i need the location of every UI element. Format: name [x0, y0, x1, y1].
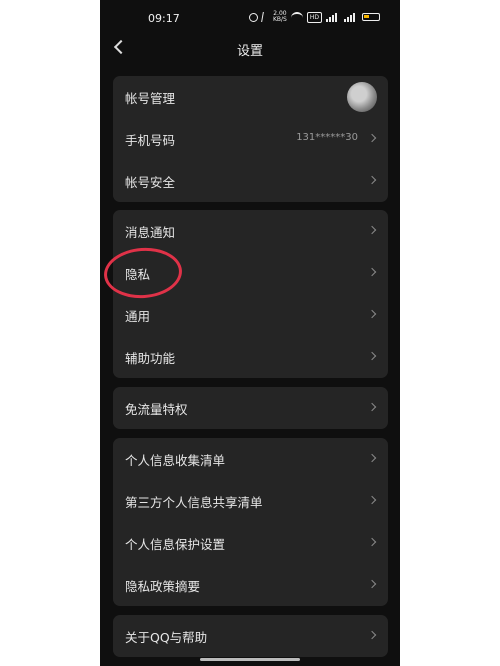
row-notifications[interactable]: 消息通知	[113, 210, 388, 252]
row-third-party-sharing-list[interactable]: 第三方个人信息共享清单	[113, 480, 388, 522]
row-label: 帐号安全	[125, 175, 176, 190]
row-free-data[interactable]: 免流量特权	[113, 387, 388, 429]
row-label: 隐私政策摘要	[125, 579, 201, 594]
chevron-right-icon	[367, 133, 377, 143]
battery-icon	[362, 13, 380, 21]
row-account-management[interactable]: 帐号管理	[113, 76, 388, 118]
chevron-right-icon	[367, 351, 377, 361]
row-account-security[interactable]: 帐号安全	[113, 160, 388, 202]
row-label: 关于QQ与帮助	[125, 630, 208, 645]
chevron-right-icon	[367, 630, 377, 640]
row-label: 个人信息收集清单	[125, 453, 226, 468]
chevron-right-icon	[367, 537, 377, 547]
row-label: 消息通知	[125, 225, 176, 240]
row-label: 个人信息保护设置	[125, 537, 226, 552]
home-indicator[interactable]	[200, 658, 300, 661]
alarm-icon	[248, 12, 258, 22]
chevron-right-icon	[367, 225, 377, 235]
hd-icon: HD	[306, 11, 322, 23]
settings-group-personal-info: 个人信息收集清单 第三方个人信息共享清单 个人信息保护设置 隐私政策摘要	[113, 438, 388, 606]
signal-icon	[344, 12, 358, 22]
chevron-right-icon	[367, 579, 377, 589]
chevron-right-icon	[367, 309, 377, 319]
row-info-collection-list[interactable]: 个人信息收集清单	[113, 438, 388, 480]
status-icons: 2.00 KB/S HD	[248, 10, 380, 23]
row-about-help[interactable]: 关于QQ与帮助	[113, 615, 388, 657]
settings-group-account: 帐号管理 手机号码 131******30 帐号安全	[113, 76, 388, 202]
row-accessibility[interactable]: 辅助功能	[113, 336, 388, 378]
row-info-protection-settings[interactable]: 个人信息保护设置	[113, 522, 388, 564]
row-label: 手机号码	[125, 133, 176, 148]
phone-number-value: 131******30	[296, 132, 358, 143]
chevron-right-icon	[367, 175, 377, 185]
row-label: 第三方个人信息共享清单	[125, 495, 263, 510]
settings-group-about: 关于QQ与帮助	[113, 615, 388, 657]
row-general[interactable]: 通用	[113, 294, 388, 336]
chevron-right-icon	[367, 402, 377, 412]
network-speed: 2.00 KB/S	[272, 10, 287, 23]
nav-bar: 设置	[100, 36, 400, 66]
wifi-icon	[290, 12, 303, 22]
chevron-right-icon	[367, 495, 377, 505]
settings-group-data: 免流量特权	[113, 387, 388, 429]
row-label: 辅助功能	[125, 351, 176, 366]
row-label: 免流量特权	[125, 402, 188, 417]
row-label: 通用	[125, 309, 151, 324]
row-privacy-policy-summary[interactable]: 隐私政策摘要	[113, 564, 388, 606]
signal-icon	[326, 12, 340, 22]
status-time: 09:17	[148, 12, 180, 25]
bluetooth-icon	[261, 12, 270, 22]
row-label: 帐号管理	[125, 91, 176, 106]
chevron-right-icon	[367, 453, 377, 463]
row-phone-number[interactable]: 手机号码 131******30	[113, 118, 388, 160]
page-title: 设置	[236, 44, 263, 59]
avatar	[347, 82, 377, 112]
chevron-right-icon	[367, 267, 377, 277]
phone-screen: 09:17 2.00 KB/S HD 设置 帐号管理 手机号码 131*****…	[100, 0, 400, 666]
status-bar: 09:17 2.00 KB/S HD	[100, 0, 400, 36]
